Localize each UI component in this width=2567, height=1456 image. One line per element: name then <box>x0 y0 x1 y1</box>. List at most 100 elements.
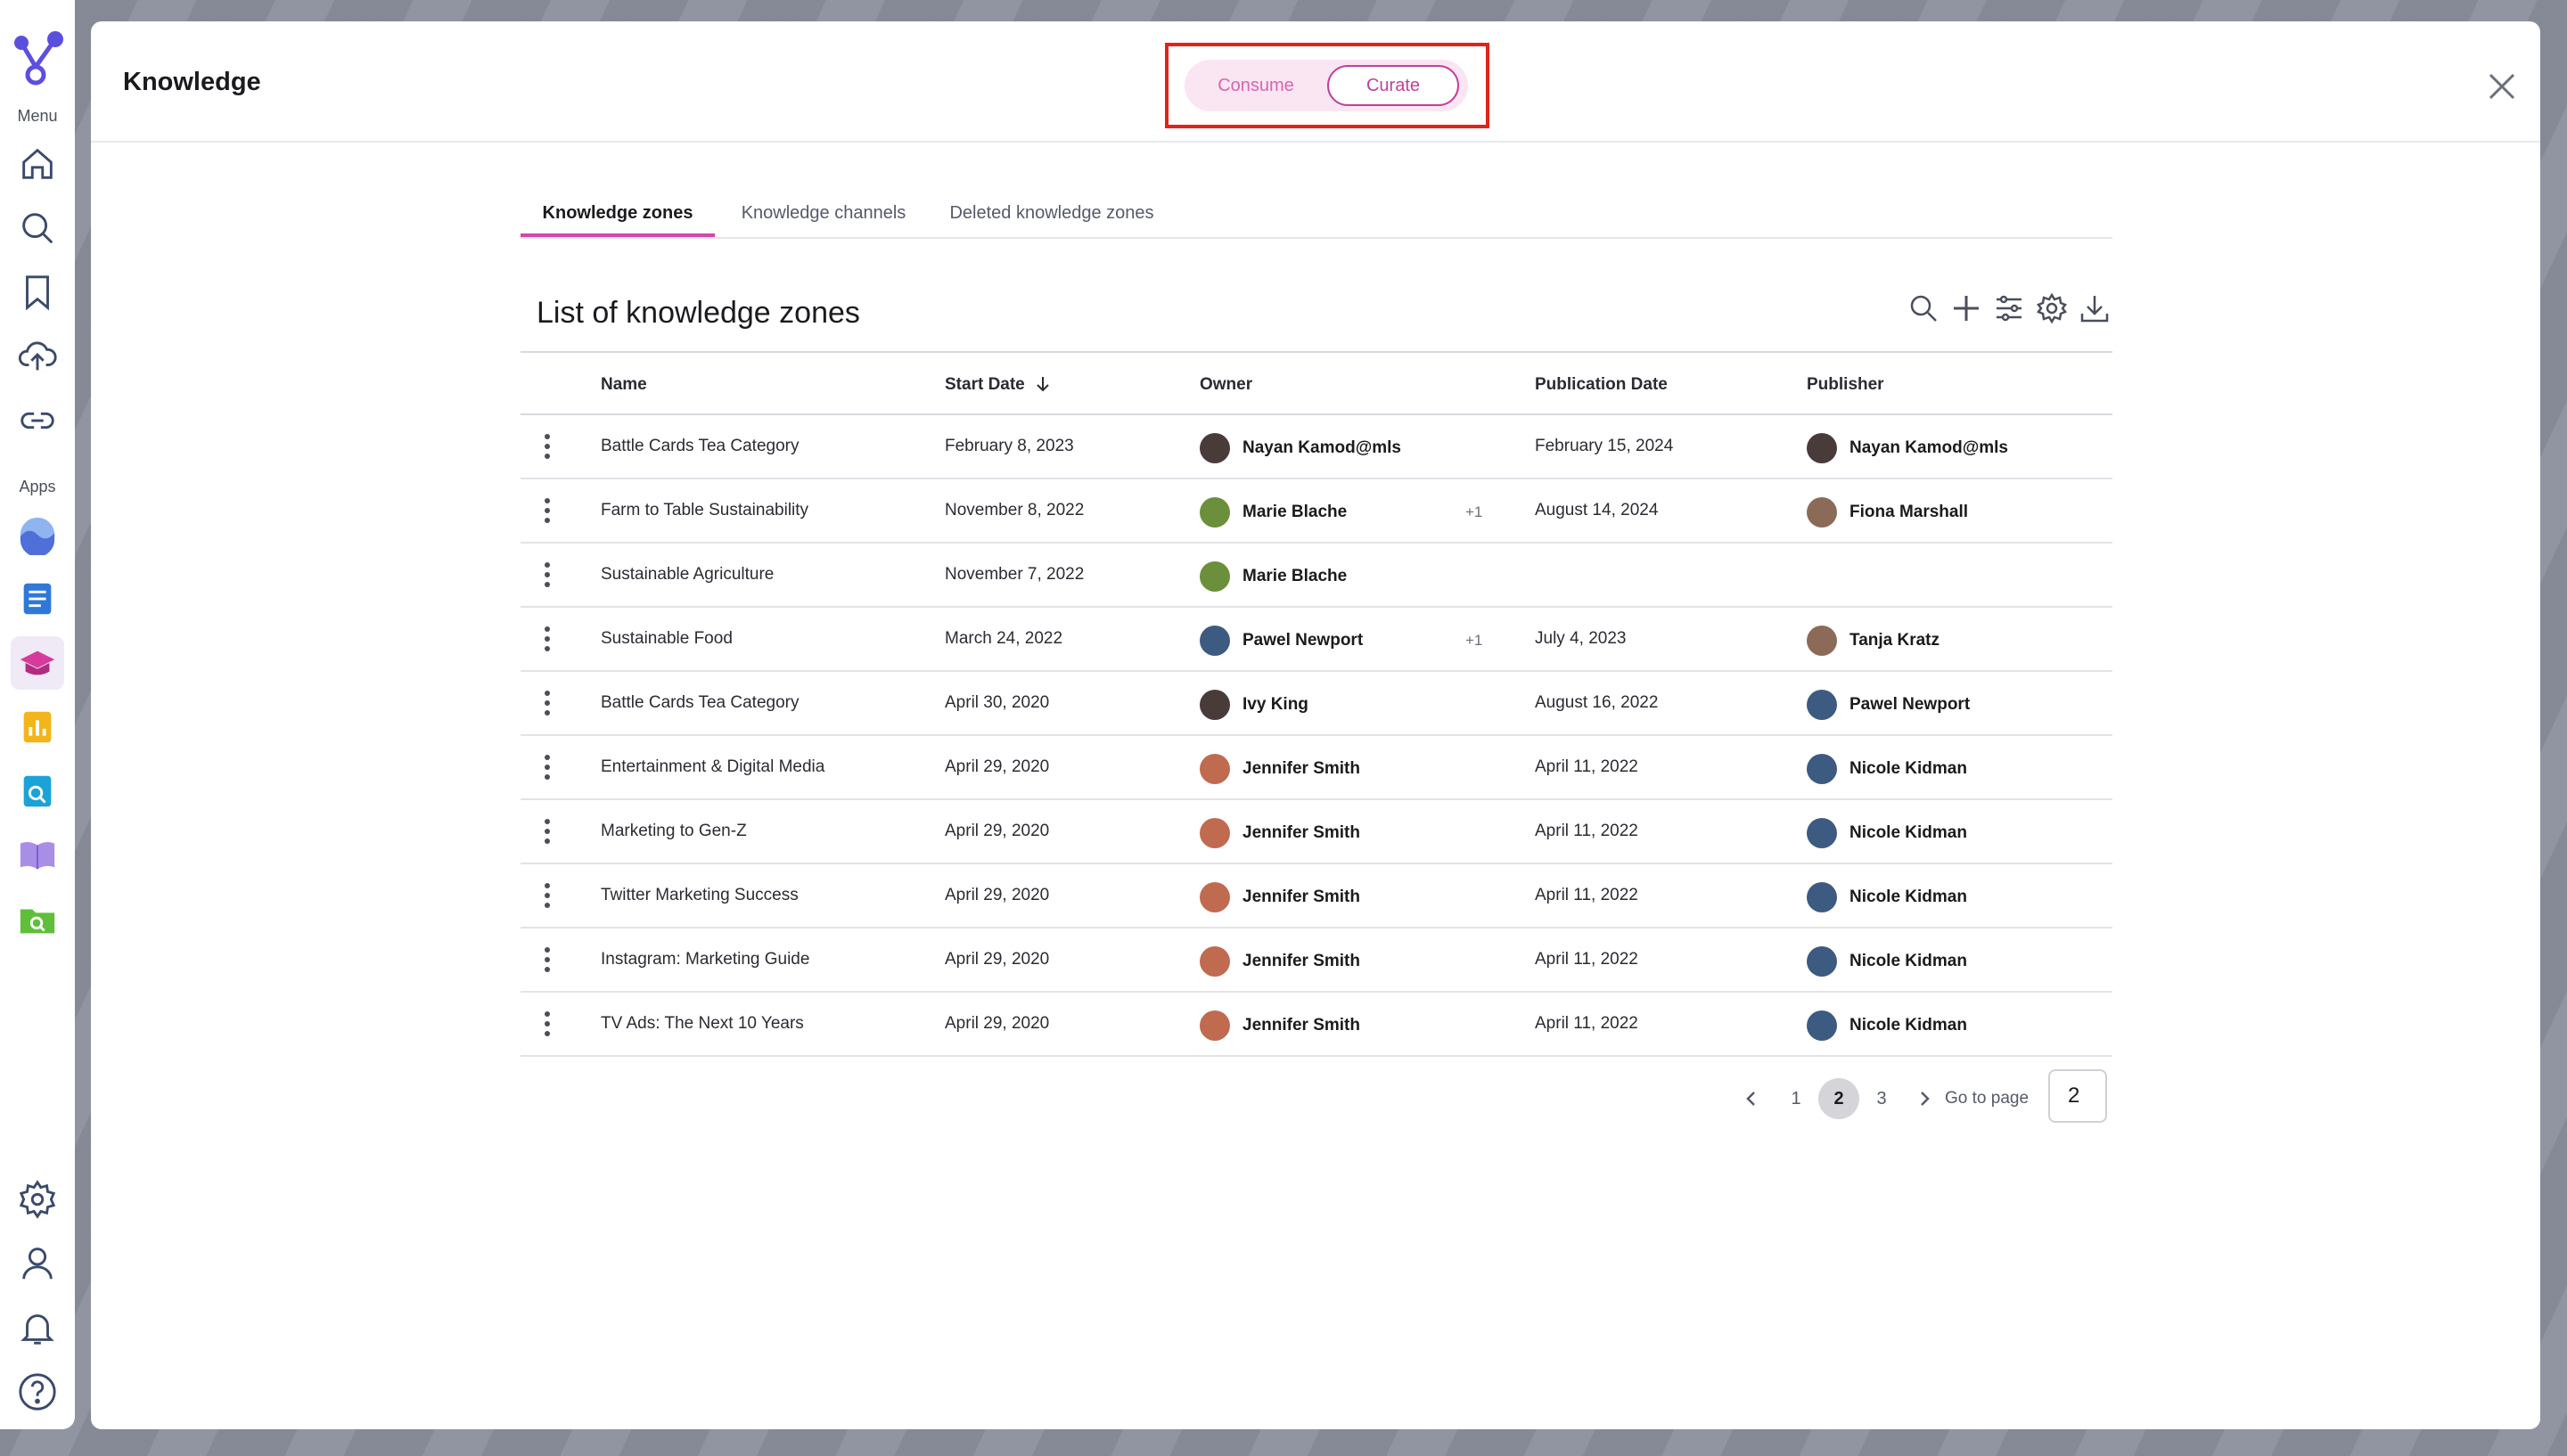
owner-avatar <box>1200 946 1230 977</box>
publisher-avatar <box>1807 946 1837 977</box>
table-row[interactable]: Instagram: Marketing Guide April 29, 202… <box>521 928 2112 993</box>
go-to-page-input[interactable]: 2 <box>2048 1069 2107 1123</box>
owner-name: Ivy King <box>1242 695 1308 714</box>
publication-date-cell: April 11, 2022 <box>1535 950 1638 969</box>
column-header-start-date[interactable]: Start Date <box>945 375 1051 395</box>
zone-name-cell[interactable]: Instagram: Marketing Guide <box>601 950 809 969</box>
page-2-button[interactable]: 2 <box>1818 1078 1859 1119</box>
zone-name-cell[interactable]: Entertainment & Digital Media <box>601 757 824 777</box>
add-icon[interactable] <box>1950 292 1982 324</box>
settings-icon[interactable] <box>16 1178 59 1221</box>
app-document-icon[interactable] <box>16 577 59 620</box>
publisher-avatar <box>1807 818 1837 848</box>
row-menu-kebab-icon[interactable] <box>542 690 553 716</box>
owner-extra-count[interactable]: +1 <box>1465 503 1482 521</box>
zone-name-cell[interactable]: Farm to Table Sustainability <box>601 501 808 520</box>
publisher-name: Nicole Kidman <box>1849 952 1967 970</box>
owner-name: Jennifer Smith <box>1242 1016 1360 1035</box>
close-icon[interactable] <box>2487 71 2517 102</box>
app-search-doc-icon[interactable] <box>16 770 59 813</box>
publisher-name: Tanja Kratz <box>1849 631 1940 650</box>
start-date-cell: April 30, 2020 <box>945 693 1050 712</box>
search-icon[interactable] <box>1907 292 1940 324</box>
zone-name-cell[interactable]: Twitter Marketing Success <box>601 886 799 905</box>
owner-name: Jennifer Smith <box>1242 759 1360 778</box>
row-menu-kebab-icon[interactable] <box>542 626 553 652</box>
start-date-cell: April 29, 2020 <box>945 757 1050 776</box>
tab-knowledge-zones[interactable]: Knowledge zones <box>521 198 715 237</box>
app-chart-icon[interactable] <box>16 706 59 748</box>
zone-name-cell[interactable]: TV Ads: The Next 10 Years <box>601 1014 804 1034</box>
sort-descending-icon <box>1037 377 1049 392</box>
table-row[interactable]: Twitter Marketing Success April 29, 2020… <box>521 864 2112 928</box>
owner-extra-count[interactable]: +1 <box>1465 632 1482 650</box>
search-icon[interactable] <box>16 207 59 249</box>
page-1-button[interactable]: 1 <box>1776 1078 1817 1119</box>
table-row[interactable]: Farm to Table Sustainability November 8,… <box>521 479 2112 544</box>
publisher-name: Nayan Kamod@mls <box>1849 438 2008 457</box>
home-icon[interactable] <box>16 143 59 185</box>
owner-name: Marie Blache <box>1242 567 1348 585</box>
list-title: List of knowledge zones <box>537 296 860 330</box>
profile-icon[interactable] <box>16 1242 59 1285</box>
row-menu-kebab-icon[interactable] <box>542 561 553 588</box>
owner-avatar <box>1200 561 1230 592</box>
tab-deleted-knowledge-zones[interactable]: Deleted knowledge zones <box>934 198 1169 237</box>
row-menu-kebab-icon[interactable] <box>542 946 553 973</box>
zone-name-cell[interactable]: Sustainable Agriculture <box>601 565 774 585</box>
page-title: Knowledge <box>123 68 261 96</box>
row-menu-kebab-icon[interactable] <box>542 754 553 781</box>
column-header-owner[interactable]: Owner <box>1200 375 1252 395</box>
zone-name-cell[interactable]: Battle Cards Tea Category <box>601 437 800 456</box>
row-menu-kebab-icon[interactable] <box>542 497 553 524</box>
column-header-name[interactable]: Name <box>601 375 647 395</box>
app-logo-icon[interactable] <box>9 30 66 87</box>
publisher-name: Nicole Kidman <box>1849 823 1967 842</box>
row-menu-kebab-icon[interactable] <box>542 818 553 845</box>
zone-name-cell[interactable]: Battle Cards Tea Category <box>601 693 800 713</box>
table-row[interactable]: Marketing to Gen-Z April 29, 2020 Jennif… <box>521 800 2112 864</box>
publication-date-cell: April 11, 2022 <box>1535 822 1638 840</box>
link-icon[interactable] <box>16 399 59 442</box>
highlight-box <box>1165 43 1489 128</box>
bell-icon[interactable] <box>16 1306 59 1349</box>
column-header-publisher[interactable]: Publisher <box>1807 375 1884 395</box>
owner-name: Jennifer Smith <box>1242 952 1360 970</box>
app-folder-search-icon[interactable] <box>16 898 59 941</box>
app-book-icon[interactable] <box>16 834 59 877</box>
app-wave-icon[interactable] <box>16 513 59 556</box>
start-date-cell: April 29, 2020 <box>945 950 1050 969</box>
app-knowledge-icon[interactable] <box>11 636 64 690</box>
upload-cloud-icon[interactable] <box>16 335 59 378</box>
zone-name-cell[interactable]: Marketing to Gen-Z <box>601 822 747 841</box>
apps-label: Apps <box>19 478 56 495</box>
settings-icon[interactable] <box>2036 292 2068 324</box>
page-3-button[interactable]: 3 <box>1861 1078 1902 1119</box>
column-header-publication-date[interactable]: Publication Date <box>1535 375 1668 395</box>
tab-knowledge-channels[interactable]: Knowledge channels <box>726 198 922 237</box>
owner-avatar <box>1200 1010 1230 1041</box>
table-row[interactable]: Sustainable Agriculture November 7, 2022… <box>521 544 2112 608</box>
prev-page-chevron-icon[interactable] <box>1731 1078 1772 1119</box>
bookmark-icon[interactable] <box>16 271 59 314</box>
row-menu-kebab-icon[interactable] <box>542 882 553 909</box>
table-row[interactable]: Entertainment & Digital Media April 29, … <box>521 736 2112 800</box>
row-menu-kebab-icon[interactable] <box>542 433 553 460</box>
publisher-avatar <box>1807 1010 1837 1041</box>
filter-sliders-icon[interactable] <box>1993 292 2025 324</box>
publisher-name: Nicole Kidman <box>1849 759 1967 778</box>
table-row[interactable]: Battle Cards Tea Category April 30, 2020… <box>521 672 2112 736</box>
download-icon[interactable] <box>2079 292 2111 324</box>
zone-name-cell[interactable]: Sustainable Food <box>601 629 733 649</box>
table-header: Name Start Date Owner Publication Date P… <box>521 351 2112 415</box>
row-menu-kebab-icon[interactable] <box>542 1010 553 1037</box>
start-date-cell: March 24, 2022 <box>945 629 1063 648</box>
help-icon[interactable] <box>16 1370 59 1413</box>
table-row[interactable]: Sustainable Food March 24, 2022 Pawel Ne… <box>521 608 2112 672</box>
start-date-cell: April 29, 2020 <box>945 886 1050 904</box>
table-row[interactable]: TV Ads: The Next 10 Years April 29, 2020… <box>521 993 2112 1057</box>
publisher-name: Nicole Kidman <box>1849 888 1967 906</box>
table-row[interactable]: Battle Cards Tea Category February 8, 20… <box>521 415 2112 479</box>
next-page-chevron-icon[interactable] <box>1904 1078 1945 1119</box>
start-date-label: Start Date <box>945 375 1025 394</box>
